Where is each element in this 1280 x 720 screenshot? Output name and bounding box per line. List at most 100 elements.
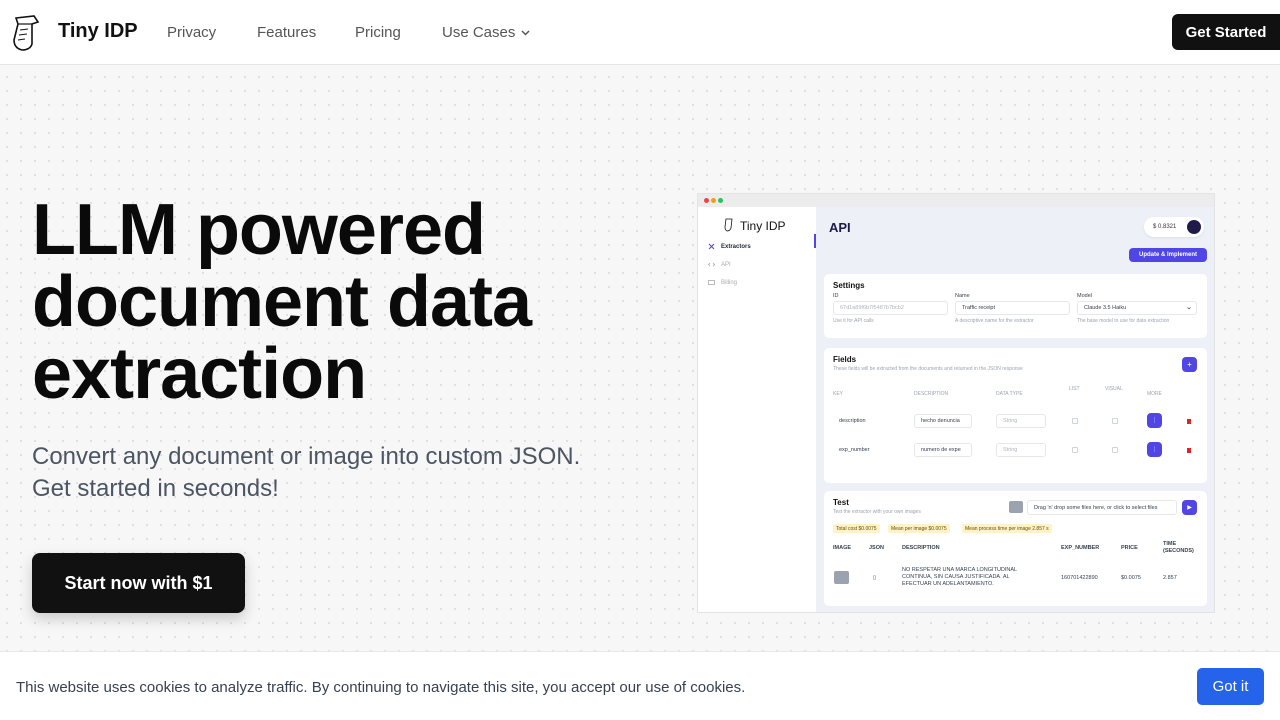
sidebar-item-extractors: Extractors — [708, 243, 751, 250]
result-description: NO RESPETAR UNA MARCA LONGITUDINAL CONTI… — [902, 567, 1017, 587]
model-label: Model — [1077, 293, 1092, 299]
nav-dropdown-use-cases[interactable]: Use Cases — [442, 24, 530, 41]
preview-logo-icon — [724, 218, 733, 232]
trash-icon — [1187, 448, 1191, 453]
fields-help: These fields will be extracted from the … — [833, 366, 1023, 372]
avatar — [1187, 220, 1201, 234]
sidebar-item-label: Billing — [721, 279, 738, 286]
sidebar-item-label: API — [721, 261, 731, 268]
preview-page-title: API — [829, 220, 851, 235]
test-help: Test the extractor with your own images — [833, 509, 921, 515]
app-preview: Tiny IDP Extractors API Billing API $ 0.… — [697, 193, 1215, 613]
window-titlebar — [698, 194, 1214, 207]
col-header-list: LIST — [1069, 386, 1080, 392]
hero-title-line: LLM powered — [32, 190, 486, 270]
preview-main: API $ 0.8321 Update & Implement Settings… — [816, 207, 1214, 612]
result-thumbnail — [834, 571, 849, 584]
cookie-message: This website uses cookies to analyze tra… — [16, 679, 746, 696]
sidebar-item-billing: Billing — [708, 279, 737, 286]
cookie-accept-button[interactable]: Got it — [1197, 668, 1264, 705]
col-header-price: PRICE — [1121, 545, 1138, 551]
model-select: Claude 3.5 Haiku — [1077, 301, 1197, 315]
logo-icon[interactable] — [10, 14, 42, 52]
col-header-visual: VISUAL — [1105, 386, 1123, 392]
field-key: exp_number — [839, 447, 870, 453]
window-close-dot — [704, 198, 709, 203]
visual-checkbox — [1112, 447, 1118, 453]
preview-brand: Tiny IDP — [740, 219, 786, 233]
stat-label: Total cost — [836, 525, 858, 532]
chevron-down-icon — [1187, 307, 1191, 310]
extractor-icon — [708, 243, 715, 250]
list-checkbox — [1072, 447, 1078, 453]
hero-title-line: extraction — [32, 334, 367, 414]
name-label: Name — [955, 293, 970, 299]
test-heading: Test — [833, 498, 849, 507]
more-options-button: ⋮ — [1147, 442, 1162, 457]
top-navigation: Tiny IDP Privacy Features Pricing Use Ca… — [0, 0, 1280, 65]
name-field: Traffic receipt — [955, 301, 1070, 315]
fields-card: Fields These fields will be extracted fr… — [824, 348, 1207, 483]
window-maximize-dot — [718, 198, 723, 203]
card-icon — [708, 280, 715, 285]
test-card: Test Test the extractor with your own im… — [824, 491, 1207, 606]
hero-title: LLM powered document data extraction — [32, 194, 632, 410]
balance-value: $ 0.8321 — [1153, 224, 1177, 230]
result-exp-number: 160701422890 — [1061, 575, 1098, 581]
result-price: $0.0075 — [1121, 575, 1141, 581]
stat-label: Mean process time per image — [965, 525, 1031, 532]
brand-name[interactable]: Tiny IDP — [58, 20, 138, 43]
upload-image-icon — [1009, 501, 1023, 513]
add-field-button: + — [1182, 357, 1197, 372]
col-header-data-type: DATA TYPE — [996, 391, 1023, 397]
start-now-button[interactable]: Start now with $1 — [32, 553, 245, 613]
field-description: hecho denuncia — [914, 414, 972, 428]
list-checkbox — [1072, 418, 1078, 424]
fields-heading: Fields — [833, 355, 857, 364]
json-file-icon: ▯ — [873, 575, 877, 581]
nav-link-features[interactable]: Features — [257, 24, 316, 41]
file-dropzone: Drag 'n' drop some files here, or click … — [1027, 500, 1177, 515]
stat-value: $0.0075 — [928, 525, 947, 532]
result-time: 2.857 — [1163, 575, 1177, 581]
id-label: ID — [833, 293, 839, 299]
stat-mean-per-image: Mean per image $0.0075 — [888, 524, 950, 533]
preview-sidebar: Tiny IDP Extractors API Billing — [698, 207, 816, 612]
stat-value: 2.857 s — [1032, 525, 1049, 532]
model-select-value: Claude 3.5 Haiku — [1084, 305, 1127, 311]
get-started-button[interactable]: Get Started — [1172, 14, 1280, 50]
sidebar-item-label: Extractors — [721, 243, 751, 250]
stat-value: $0.0075 — [858, 525, 877, 532]
cookie-banner: This website uses cookies to analyze tra… — [0, 651, 1280, 720]
more-options-button: ⋮ — [1147, 413, 1162, 428]
submit-arrow-button: ▶ — [1182, 500, 1197, 515]
field-key: description — [839, 418, 866, 424]
sidebar-item-api: API — [708, 261, 731, 268]
col-header-time: TIME (SECONDS) — [1163, 541, 1194, 554]
id-help: Use it for API calls — [833, 318, 874, 324]
col-header-key: KEY — [833, 391, 844, 397]
stat-mean-process-time: Mean process time per image 2.857 s — [962, 524, 1052, 533]
name-help: A descriptive name for the extractor — [955, 318, 1034, 324]
model-help: The base model to use for data extractio… — [1077, 318, 1170, 324]
window-minimize-dot — [711, 198, 716, 203]
col-header-more: MORE — [1147, 391, 1162, 397]
field-type-select: String — [996, 443, 1046, 457]
hero-subtitle-line: Get started in seconds! — [32, 475, 279, 502]
hero-subtitle-line: Convert any document or image into custo… — [32, 443, 581, 470]
visual-checkbox — [1112, 418, 1118, 424]
code-icon — [708, 262, 715, 267]
settings-heading: Settings — [833, 281, 865, 290]
field-type-select: String — [996, 414, 1046, 428]
balance-pill: $ 0.8321 — [1144, 217, 1204, 237]
nav-link-pricing[interactable]: Pricing — [355, 24, 401, 41]
col-header-json: JSON — [869, 545, 884, 551]
update-implement-button: Update & Implement — [1129, 248, 1207, 262]
hero-subtitle: Convert any document or image into custo… — [32, 441, 672, 505]
col-header-exp-number: EXP_NUMBER — [1061, 545, 1100, 551]
trash-icon — [1187, 419, 1191, 424]
field-description: numero de expe — [914, 443, 972, 457]
nav-link-privacy[interactable]: Privacy — [167, 24, 216, 41]
col-header-description: DESCRIPTION — [902, 545, 940, 551]
col-header-image: IMAGE — [833, 545, 852, 551]
